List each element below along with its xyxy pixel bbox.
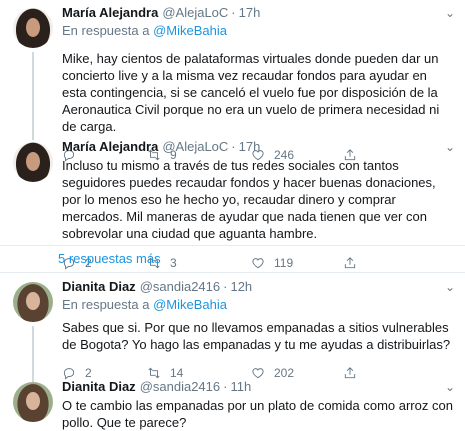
tweet-header: Dianita Diaz @sandia2416 · 11h xyxy=(62,378,455,395)
divider xyxy=(0,245,465,246)
avatar[interactable] xyxy=(13,382,53,422)
show-more-replies-link[interactable]: 5 respuestas más xyxy=(58,251,161,266)
timestamp[interactable]: 17h xyxy=(239,138,261,155)
chevron-down-icon[interactable]: ⌄ xyxy=(445,140,455,154)
separator-dot: · xyxy=(223,379,228,394)
tweet-header: María Alejandra @AlejaLoC · 17h xyxy=(62,4,455,21)
reply-context: En respuesta a @MikeBahia xyxy=(62,296,455,313)
thread-line xyxy=(32,52,34,140)
mention-link[interactable]: @MikeBahia xyxy=(153,23,227,38)
retweet-button[interactable]: 3 xyxy=(147,256,251,270)
author-name[interactable]: María Alejandra xyxy=(62,4,158,21)
separator-dot: · xyxy=(223,279,228,294)
tweet-body: Dianita Diaz @sandia2416 · 11h O te camb… xyxy=(58,378,455,431)
tweet-text: Incluso tu mismo a través de tus redes s… xyxy=(62,158,436,241)
tweet-text: Mike, hay cientos de palataformas virtua… xyxy=(62,51,440,134)
heart-icon xyxy=(252,258,264,269)
author-handle[interactable]: @sandia2416 xyxy=(140,278,220,295)
share-icon xyxy=(344,257,356,269)
like-button[interactable]: 119 xyxy=(251,256,343,270)
reply-prefix: En respuesta a xyxy=(62,23,150,38)
tweet-text: O te cambio las empanadas por un plato d… xyxy=(62,398,453,430)
avatar-column xyxy=(8,378,58,431)
avatar[interactable] xyxy=(13,142,53,182)
tweet-text: Sabes que si. Por que no llevamos empana… xyxy=(62,320,451,352)
avatar[interactable] xyxy=(13,8,53,48)
conversation-thread: María Alejandra @AlejaLoC · 17h En respu… xyxy=(0,0,465,431)
avatar[interactable] xyxy=(13,282,53,322)
author-handle[interactable]: @AlejaLoC xyxy=(162,138,228,155)
share-button[interactable] xyxy=(343,256,357,270)
avatar-column xyxy=(8,138,58,271)
divider xyxy=(0,272,465,273)
tweet-header: María Alejandra @AlejaLoC · 17h xyxy=(62,138,455,155)
like-count: 119 xyxy=(274,256,294,270)
timestamp[interactable]: 12h xyxy=(230,278,252,295)
author-name[interactable]: Dianita Diaz xyxy=(62,278,136,295)
reply-context: En respuesta a @MikeBahia xyxy=(62,22,455,39)
tweet-body: Dianita Diaz @sandia2416 · 12h En respue… xyxy=(58,278,455,381)
reply-prefix: En respuesta a xyxy=(62,297,150,312)
tweet[interactable]: Dianita Diaz @sandia2416 · 12h En respue… xyxy=(0,278,465,390)
mention-link[interactable]: @MikeBahia xyxy=(153,297,227,312)
chevron-down-icon[interactable]: ⌄ xyxy=(445,280,455,294)
timestamp[interactable]: 17h xyxy=(239,4,261,21)
tweet[interactable]: Dianita Diaz @sandia2416 · 11h O te camb… xyxy=(0,378,465,431)
author-name[interactable]: Dianita Diaz xyxy=(62,378,136,395)
chevron-down-icon[interactable]: ⌄ xyxy=(445,6,455,20)
separator-dot: · xyxy=(231,139,236,154)
retweet-count: 3 xyxy=(170,256,177,270)
author-handle[interactable]: @AlejaLoC xyxy=(162,4,228,21)
author-name[interactable]: María Alejandra xyxy=(62,138,158,155)
author-handle[interactable]: @sandia2416 xyxy=(140,378,220,395)
separator-dot: · xyxy=(231,5,236,20)
avatar-column xyxy=(8,278,58,390)
timestamp[interactable]: 11h xyxy=(230,378,251,395)
tweet-header: Dianita Diaz @sandia2416 · 12h xyxy=(62,278,455,295)
chevron-down-icon[interactable]: ⌄ xyxy=(445,380,455,394)
